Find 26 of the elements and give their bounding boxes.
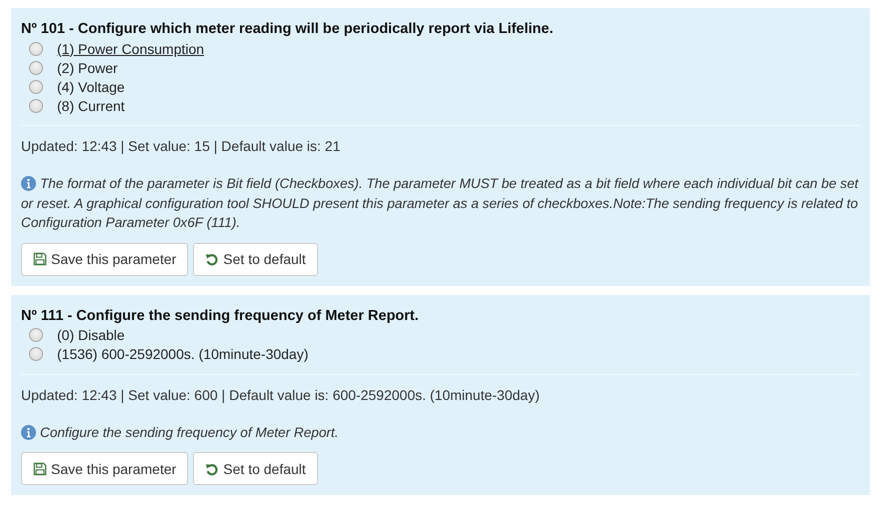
parameter-title: Nº 111 - Configure the sending frequency of Meter Report. [21,306,420,326]
option-label[interactable]: (4) Voltage [57,78,125,94]
save-button[interactable]: Save this parameter [21,452,188,485]
info-icon [21,176,36,191]
save-button[interactable]: Save this parameter [21,242,188,276]
parameter-title: Nº 101 - Configure which meter reading will be periodically report via Lifeline. [21,20,554,39]
option-label[interactable]: (2) Power [57,60,118,76]
info-icon [21,424,36,440]
reset-button[interactable]: Set to default [193,242,318,276]
radio-button[interactable] [29,60,43,74]
radio-button[interactable] [29,328,43,342]
info-text: The format of the parameter is Bit field (Checkboxes). The parameter MUST be treated as a bit field where each individual bit can be set or reset. A graphical configuration tool SHOULD present this parameter as a series of checkboxes.Note:The sending frequency is related to Configuration Parameter 0x6F (111). [21,175,860,232]
undo-icon [205,252,220,266]
radio-button[interactable] [29,347,43,361]
radio-button[interactable] [29,98,43,112]
option-label[interactable]: (1) Power Consumption [57,40,204,56]
undo-icon [205,462,220,476]
option-label[interactable]: (1536) 600-2592000s. (10minute-30day) [57,346,308,362]
radio-button[interactable] [29,80,43,94]
option-label[interactable]: (0) Disable [57,327,125,343]
status-text: Updated: 12:43 | Set value: 15 | Default value is: 21 [21,137,342,156]
status-text: Updated: 12:43 | Set value: 600 | Default value is: 600-2592000s. (10minute-30day) [21,386,541,404]
radio-button[interactable] [29,42,43,56]
option-label[interactable]: (8) Current [57,98,125,114]
reset-button[interactable]: Set to default [193,452,318,485]
info-text: Configure the sending frequency of Meter Report. [21,422,860,442]
